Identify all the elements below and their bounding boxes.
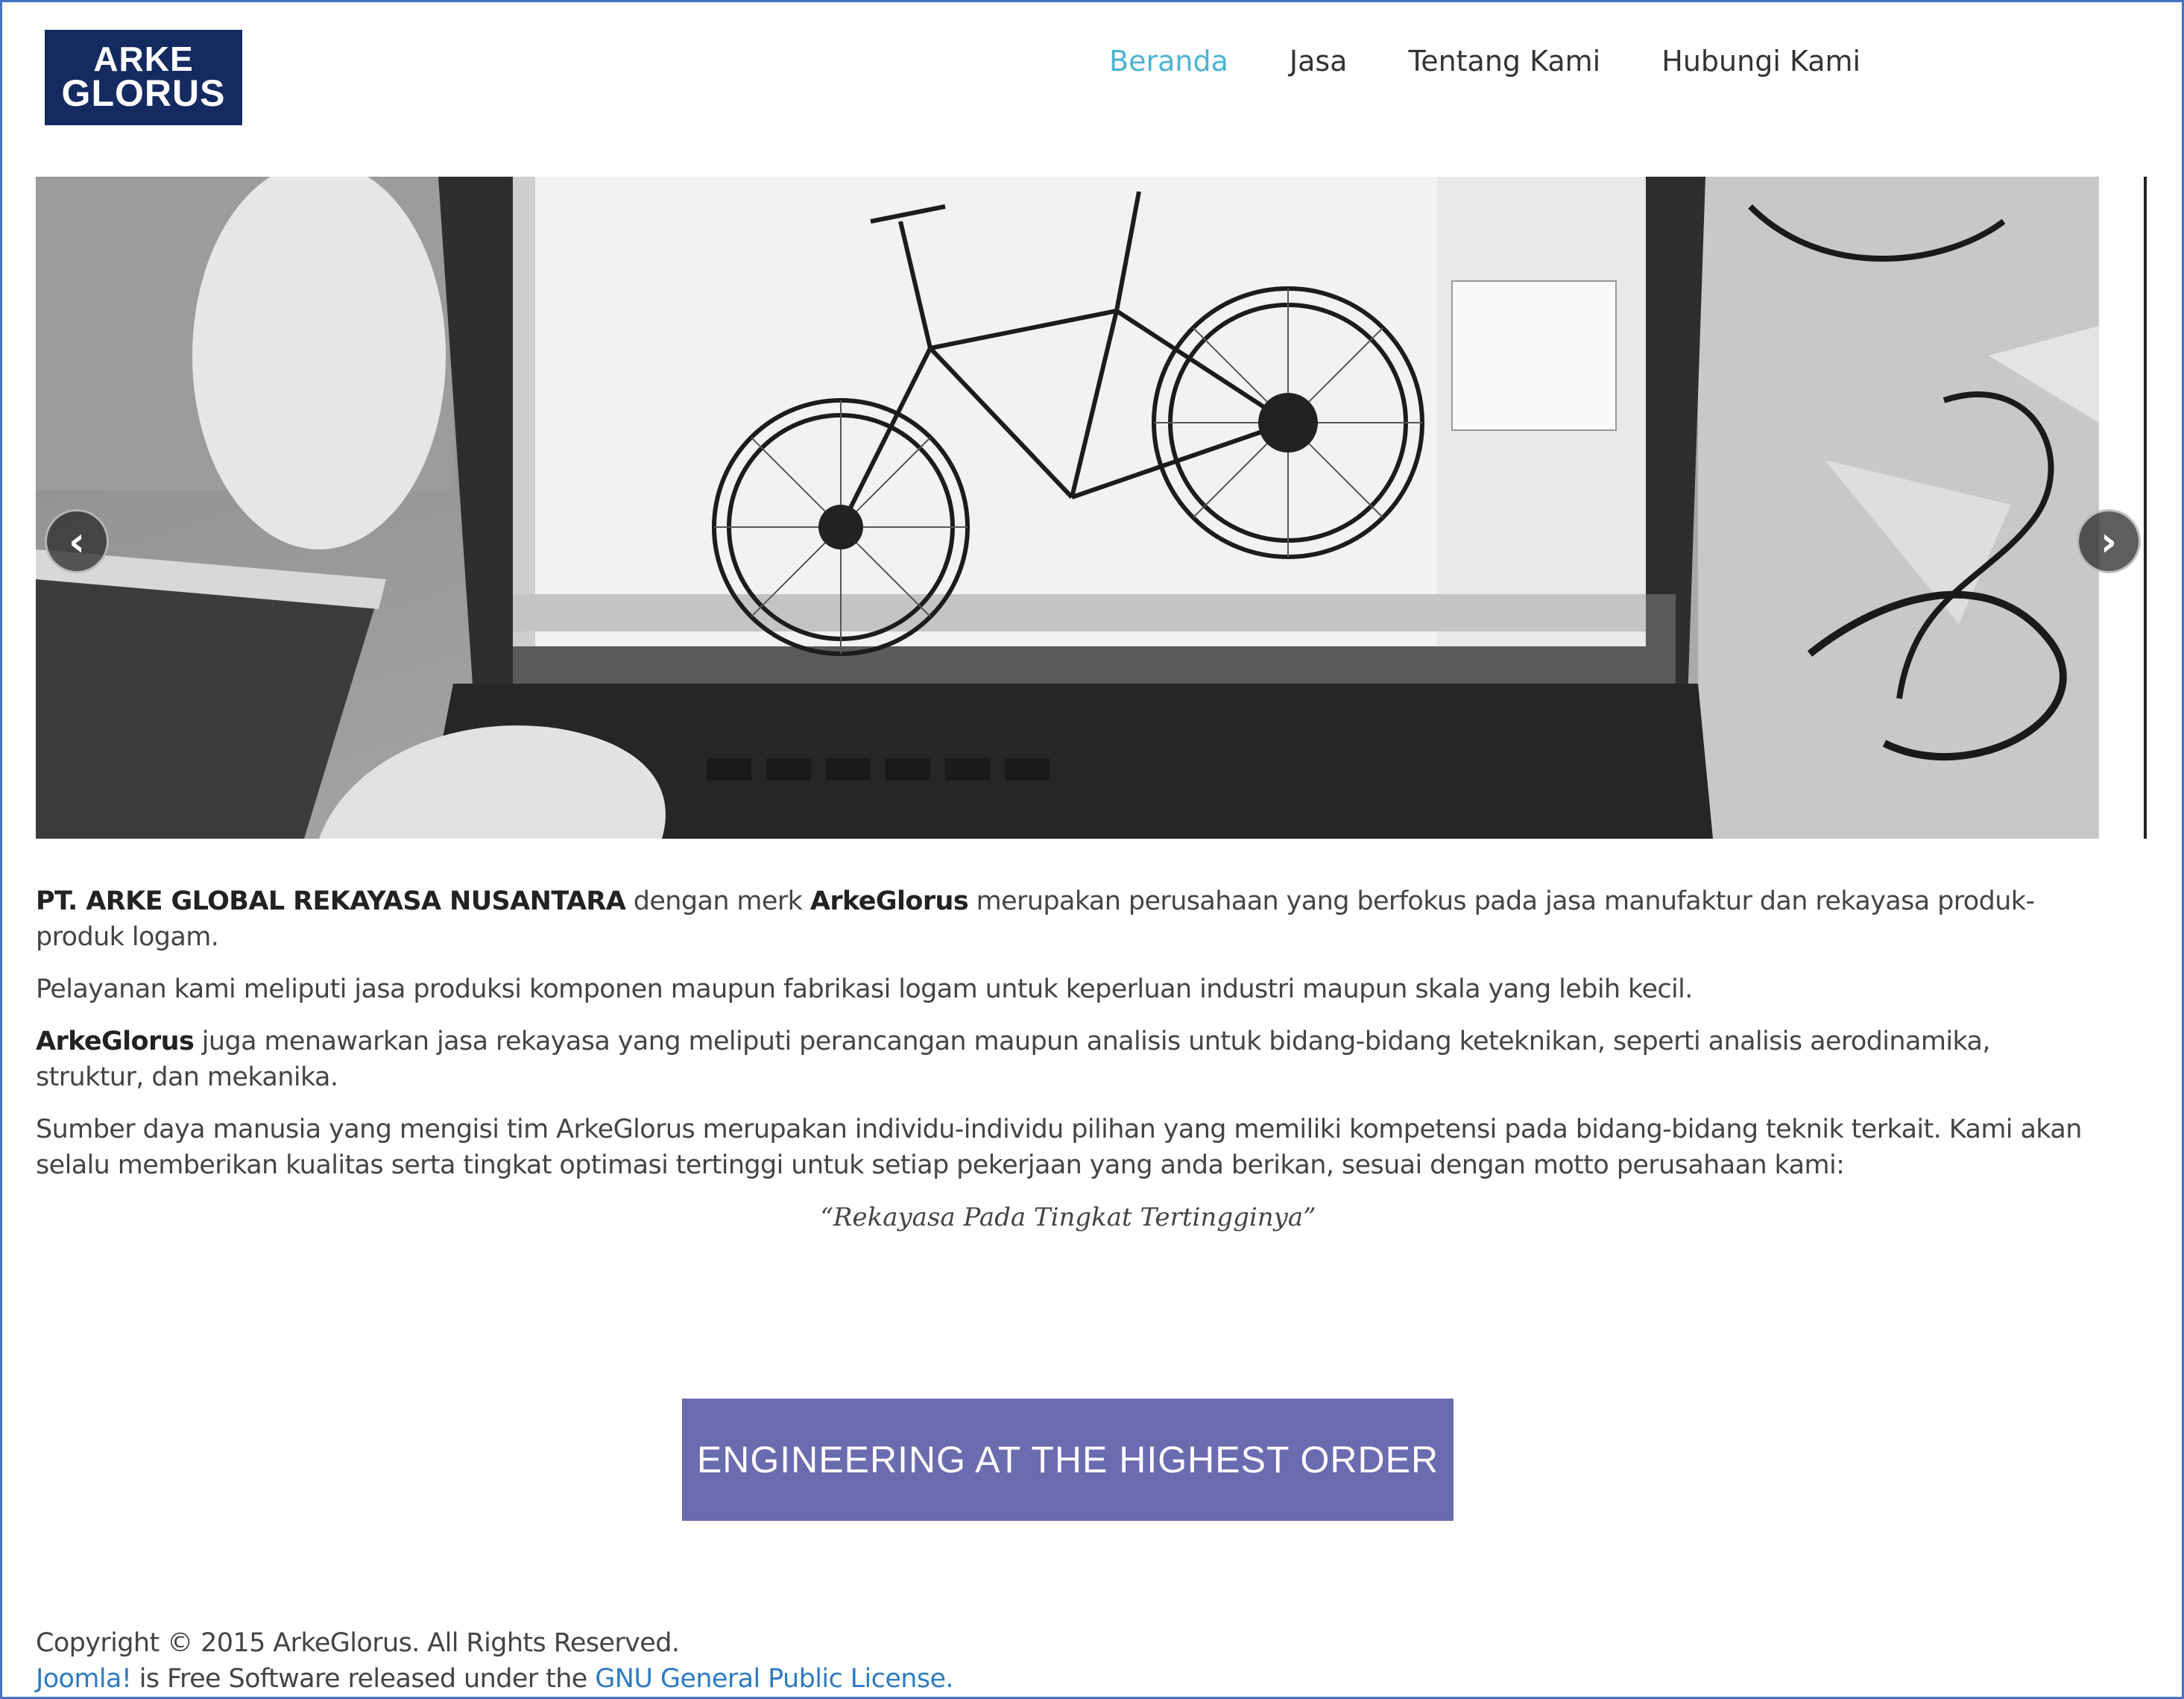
license-line-text: is Free Software released under the — [131, 1664, 596, 1694]
nav-item-jasa[interactable]: Jasa — [1290, 45, 1348, 78]
carousel-prev-button[interactable]: ‹ — [45, 509, 109, 573]
intro-paragraph-4: Sumber daya manusia yang mengisi tim Ark… — [36, 1115, 2082, 1180]
p1-text1: dengan merk — [625, 886, 810, 916]
license-line: Joomla! is Free Software released under … — [36, 1661, 954, 1697]
carousel-next-button[interactable]: › — [2077, 509, 2141, 573]
copyright-text: Copyright © 2015 ArkeGlorus. All Rights … — [36, 1628, 680, 1658]
company-name: PT. ARKE GLOBAL REKAYASA NUSANTARA — [36, 886, 626, 916]
joomla-link[interactable]: Joomla! — [36, 1664, 132, 1694]
hero-carousel[interactable] — [36, 177, 2099, 839]
site-footer: Copyright © 2015 ArkeGlorus. All Rights … — [36, 1625, 954, 1697]
carousel-edge-divider — [2144, 177, 2147, 839]
nav-item-tentang-kami[interactable]: Tentang Kami — [1408, 45, 1600, 78]
intro-paragraph-1: PT. ARKE GLOBAL REKAYASA NUSANTARA denga… — [36, 883, 2101, 955]
nav-item-beranda[interactable]: Beranda — [1109, 45, 1228, 78]
company-motto: “Rekayasa Pada Tingkat Tertingginya” — [820, 1202, 1316, 1232]
site-logo[interactable]: ARKE GLORUS — [45, 30, 242, 125]
gpl-license-link[interactable]: GNU General Public License. — [595, 1664, 953, 1694]
chevron-right-icon: › — [2100, 517, 2118, 565]
tagline-banner: ENGINEERING AT THE HIGHEST ORDER — [682, 1399, 1454, 1521]
brand-name: ArkeGlorus — [809, 886, 969, 916]
logo-line1: ARKE — [93, 40, 194, 79]
chevron-left-icon: ‹ — [68, 517, 86, 565]
nav-item-hubungi-kami[interactable]: Hubungi Kami — [1661, 45, 1860, 78]
intro-content: PT. ARKE GLOBAL REKAYASA NUSANTARA denga… — [36, 883, 2101, 1235]
intro-paragraph-2: Pelayanan kami meliputi jasa produksi ko… — [36, 974, 1693, 1004]
intro-paragraph-3: ArkeGlorus juga menawarkan jasa rekayasa… — [36, 1024, 2101, 1095]
main-nav: Beranda Jasa Tentang Kami Hubungi Kami — [1109, 39, 1922, 83]
carousel-image — [36, 177, 2099, 839]
brand-name-2: ArkeGlorus — [36, 1027, 195, 1056]
p3-text: juga menawarkan jasa rekayasa yang melip… — [36, 1027, 1991, 1092]
logo-line2: GLORUS — [61, 72, 226, 115]
